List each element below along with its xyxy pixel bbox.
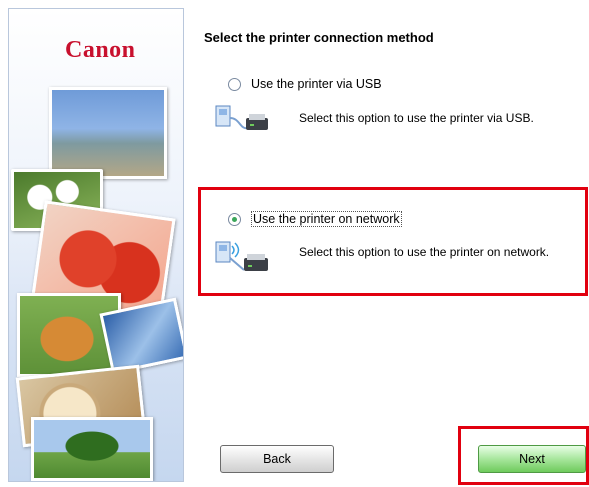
network-option-label[interactable]: Use the printer on network <box>251 211 402 227</box>
usb-connection-icon <box>214 100 272 136</box>
network-radio[interactable] <box>228 212 241 226</box>
network-connection-icon <box>214 236 272 272</box>
couple-photo <box>49 87 167 179</box>
canon-logo: Canon <box>65 37 136 63</box>
usb-option-description: Select this option to use the printer vi… <box>299 111 534 125</box>
back-button[interactable]: Back <box>220 445 334 473</box>
sidebar-banner: Canon <box>8 8 184 482</box>
usb-radio[interactable] <box>228 77 241 91</box>
network-option-description: Select this option to use the printer on… <box>299 245 550 259</box>
usb-option-label[interactable]: Use the printer via USB <box>251 77 382 91</box>
tree-photo <box>31 417 153 481</box>
network-option[interactable]: Use the printer on network <box>228 211 402 227</box>
usb-option[interactable]: Use the printer via USB <box>228 77 382 91</box>
next-button[interactable]: Next <box>478 445 586 473</box>
page-title: Select the printer connection method <box>204 30 434 45</box>
installer-window: Canon Select the printer connection meth… <box>0 0 589 487</box>
